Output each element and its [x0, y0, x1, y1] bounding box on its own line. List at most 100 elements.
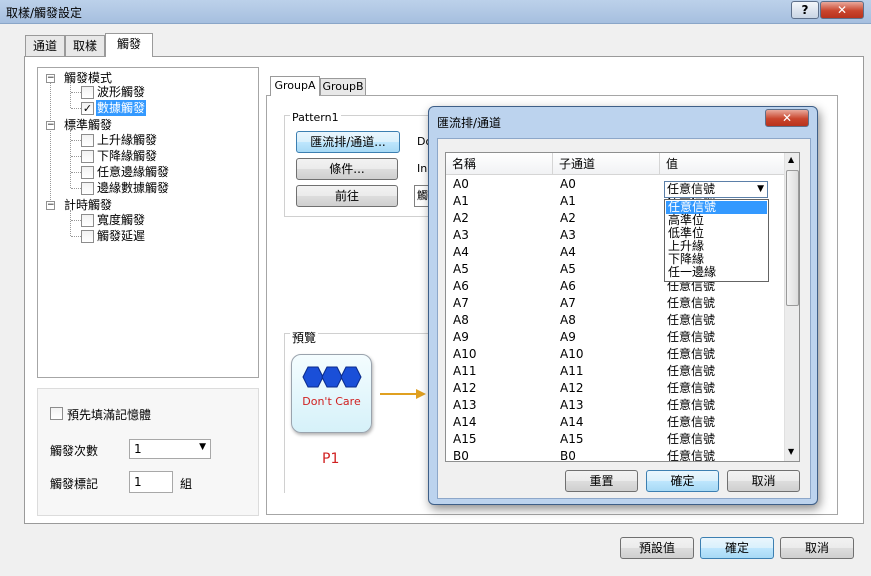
checkbox-checked[interactable]: ✓ — [81, 102, 94, 115]
bus-channel-button[interactable]: 匯流排/通道... — [296, 131, 400, 153]
tree-item-label: 波形觸發 — [97, 85, 146, 99]
checkbox[interactable] — [81, 230, 94, 243]
cell-subchannel: A12 — [560, 381, 584, 395]
trigger-count-value: 1 — [134, 442, 142, 456]
hexagon-signal-icon — [302, 366, 362, 388]
dialog-close-button[interactable]: ✕ — [765, 109, 809, 127]
collapse-icon[interactable]: − — [46, 201, 55, 210]
cell-name: A6 — [453, 279, 469, 293]
cell-name: A10 — [453, 347, 477, 361]
tab-groupb[interactable]: GroupB — [320, 78, 366, 96]
scroll-down-icon[interactable]: ▼ — [788, 447, 794, 456]
tab-channel[interactable]: 通道 — [25, 35, 65, 56]
cell-subchannel: A1 — [560, 194, 576, 208]
tree-item-label: 寬度觸發 — [97, 213, 146, 227]
cell-subchannel: B0 — [560, 449, 576, 462]
cell-subchannel: A5 — [560, 262, 576, 276]
cell-subchannel: A8 — [560, 313, 576, 327]
tab-sampling[interactable]: 取樣 — [65, 35, 105, 56]
cell-value[interactable]: 任意信號 — [667, 363, 715, 380]
tree-item-label: 下降緣觸發 — [97, 149, 158, 163]
prefill-checkbox[interactable] — [50, 407, 63, 420]
channel-grid[interactable]: 名稱 子通道 值 A0 A0 A1 A1 任意信號 A2 A2 任意信號 A3 A3 任意信號 A4 A… — [445, 152, 800, 462]
trigger-options-panel: 預先填滿記憶體 觸發次數 1 ▼ 觸發標記 1 組 — [37, 388, 259, 516]
checkbox[interactable] — [81, 214, 94, 227]
cell-subchannel: A3 — [560, 228, 576, 242]
checkbox[interactable] — [81, 182, 94, 195]
trigger-mark-label: 觸發標記 — [50, 477, 99, 491]
cell-name: A3 — [453, 228, 469, 242]
cell-subchannel: A6 — [560, 279, 576, 293]
vertical-scrollbar[interactable]: ▲ ▼ — [784, 153, 799, 461]
tab-trigger[interactable]: 觸發 — [105, 33, 153, 57]
tree-item-label: 邊緣數據觸發 — [97, 181, 170, 195]
dropdown-option[interactable]: 任一邊緣 — [666, 266, 767, 279]
pattern-block-name: P1 — [322, 451, 340, 467]
cell-name: B0 — [453, 449, 469, 462]
cell-value[interactable]: 任意信號 — [667, 295, 715, 312]
pattern-block-p1[interactable]: Don't Care — [291, 354, 372, 433]
cell-subchannel: A7 — [560, 296, 576, 310]
cell-name: A13 — [453, 398, 477, 412]
trigger-mark-value: 1 — [134, 475, 142, 489]
condition-button[interactable]: 條件... — [296, 158, 398, 180]
default-values-button[interactable]: 預設值 — [620, 537, 694, 559]
cell-value[interactable]: 任意信號 — [667, 448, 715, 461]
value-dropdown[interactable]: 任意信號 ▼ — [664, 181, 768, 198]
cell-value[interactable]: 任意信號 — [667, 312, 715, 329]
tree-item-label: 任意邊緣觸發 — [97, 165, 170, 179]
pattern-field-2: In — [417, 162, 428, 175]
chevron-down-icon: ▼ — [757, 184, 764, 194]
window-close-button[interactable]: ✕ — [820, 1, 864, 19]
cell-name: A12 — [453, 381, 477, 395]
previous-button[interactable]: 前往 — [296, 185, 398, 207]
help-button[interactable]: ? — [791, 1, 819, 19]
scroll-up-icon[interactable]: ▲ — [788, 155, 794, 164]
tree-item-label: 數據觸發 — [96, 100, 147, 116]
cell-value[interactable]: 任意信號 — [667, 329, 715, 346]
trigger-count-select[interactable]: 1 ▼ — [129, 439, 211, 459]
ok-button[interactable]: 確定 — [700, 537, 774, 559]
checkbox[interactable] — [81, 150, 94, 163]
cell-value[interactable]: 任意信號 — [667, 431, 715, 448]
scrollbar-thumb[interactable] — [786, 170, 799, 306]
reset-button[interactable]: 重置 — [565, 470, 638, 492]
cell-value[interactable]: 任意信號 — [667, 380, 715, 397]
cell-name: A5 — [453, 262, 469, 276]
value-dropdown-text: 任意信號 — [667, 182, 716, 196]
prefill-label: 預先填滿記憶體 — [67, 408, 152, 422]
dialog-cancel-button[interactable]: 取消 — [727, 470, 800, 492]
cell-subchannel: A9 — [560, 330, 576, 344]
window-title: 取樣/觸發設定 — [6, 6, 83, 20]
checkbox[interactable] — [81, 86, 94, 99]
cell-name: A7 — [453, 296, 469, 310]
collapse-icon[interactable]: − — [46, 121, 55, 130]
trigger-mark-unit: 組 — [180, 477, 193, 491]
cell-subchannel: A14 — [560, 415, 584, 429]
checkbox[interactable] — [81, 134, 94, 147]
cell-name: A0 — [453, 177, 469, 191]
tab-groupa[interactable]: GroupA — [270, 76, 320, 96]
tree-item-label: 計時觸發 — [64, 198, 113, 212]
trigger-mark-input[interactable]: 1 — [129, 471, 173, 493]
tree-item-label: 觸發延遲 — [97, 229, 146, 243]
column-header-subchannel[interactable]: 子通道 — [553, 153, 660, 175]
column-header-name[interactable]: 名稱 — [446, 153, 553, 175]
cell-name: A14 — [453, 415, 477, 429]
arrow-right-icon — [380, 389, 426, 399]
cell-value[interactable]: 任意信號 — [667, 414, 715, 431]
cell-subchannel: A15 — [560, 432, 584, 446]
cell-value[interactable]: 任意信號 — [667, 397, 715, 414]
cell-subchannel: A4 — [560, 245, 576, 259]
window-titlebar: 取樣/觸發設定 ? ✕ — [0, 0, 871, 24]
cell-value[interactable]: 任意信號 — [667, 346, 715, 363]
checkbox[interactable] — [81, 166, 94, 179]
cancel-button[interactable]: 取消 — [780, 537, 854, 559]
column-header-value[interactable]: 值 — [660, 153, 784, 175]
tree-item-label: 標準觸發 — [64, 118, 113, 132]
dialog-ok-button[interactable]: 確定 — [646, 470, 719, 492]
collapse-icon[interactable]: − — [46, 74, 55, 83]
trigger-count-label: 觸發次數 — [50, 444, 99, 458]
cell-name: A9 — [453, 330, 469, 344]
pattern-title: Pattern1 — [290, 111, 341, 124]
